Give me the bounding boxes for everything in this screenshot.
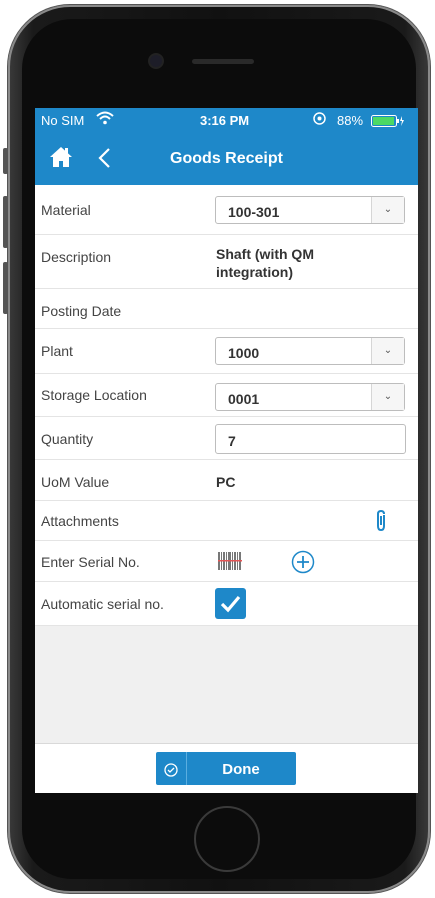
description-value-line2: integration) xyxy=(216,264,293,280)
chevron-down-icon[interactable]: ⌄ xyxy=(371,338,404,364)
quantity-value: 7 xyxy=(228,433,236,449)
wifi-icon xyxy=(96,111,114,128)
material-value: 100-301 xyxy=(228,204,280,220)
done-button[interactable]: Done xyxy=(156,752,296,785)
uom-value: PC xyxy=(216,474,236,490)
page-title: Goods Receipt xyxy=(170,150,283,167)
volume-down-button xyxy=(3,262,8,314)
storage-location-value: 0001 xyxy=(228,391,260,407)
checkmark-icon xyxy=(220,595,241,613)
front-camera xyxy=(150,55,162,67)
mute-switch xyxy=(3,148,8,174)
barcode-icon[interactable] xyxy=(218,550,242,577)
serial-number-label: Enter Serial No. xyxy=(41,554,140,570)
description-label: Description xyxy=(41,249,112,265)
carrier-label: No SIM xyxy=(41,113,85,128)
quantity-label: Quantity xyxy=(41,431,94,447)
location-icon xyxy=(313,112,326,128)
plant-label: Plant xyxy=(41,343,73,359)
posting-date-row: Posting Date xyxy=(35,289,418,329)
goods-receipt-form: Material 100-301 ⌄ Description Shaft (wi… xyxy=(35,185,418,626)
uom-row: UoM Value PC xyxy=(35,460,418,501)
footer-bar: Done xyxy=(35,743,418,793)
status-time: 3:16 PM xyxy=(200,113,250,128)
storage-location-row: Storage Location 0001 ⌄ xyxy=(35,374,418,417)
earpiece-speaker xyxy=(192,59,254,64)
serial-number-row: Enter Serial No. xyxy=(35,541,418,582)
done-label: Done xyxy=(222,761,260,778)
status-bar: No SIM 3:16 PM 88% xyxy=(35,108,418,133)
material-row: Material 100-301 ⌄ xyxy=(35,185,418,235)
plus-circle-icon[interactable] xyxy=(291,550,315,579)
paperclip-icon[interactable] xyxy=(373,509,389,538)
chevron-down-icon[interactable]: ⌄ xyxy=(371,384,404,410)
plant-value: 1000 xyxy=(228,345,260,361)
attachments-row: Attachments xyxy=(35,501,418,541)
app-screen: No SIM 3:16 PM 88% Goods Receipt Materia… xyxy=(35,108,418,793)
battery-icon xyxy=(371,115,405,130)
quantity-field[interactable]: 7 xyxy=(215,424,406,454)
description-row: Description Shaft (with QM integration) xyxy=(35,235,418,289)
volume-up-button xyxy=(3,196,8,248)
automatic-serial-checkbox[interactable] xyxy=(215,588,246,619)
description-value-line1: Shaft (with QM xyxy=(216,246,314,262)
check-circle-icon xyxy=(156,752,187,785)
uom-label: UoM Value xyxy=(41,474,110,490)
plant-row: Plant 1000 ⌄ xyxy=(35,329,418,374)
nav-bar: Goods Receipt xyxy=(35,133,418,185)
posting-date-label: Posting Date xyxy=(41,303,122,319)
home-button[interactable] xyxy=(194,806,260,872)
material-label: Material xyxy=(41,202,91,218)
chevron-down-icon[interactable]: ⌄ xyxy=(371,197,404,223)
plant-select[interactable]: 1000 ⌄ xyxy=(215,337,405,365)
battery-percent: 88% xyxy=(337,113,364,128)
attachments-label: Attachments xyxy=(41,513,119,529)
storage-location-select[interactable]: 0001 ⌄ xyxy=(215,383,405,411)
quantity-row: Quantity 7 xyxy=(35,417,418,460)
material-select[interactable]: 100-301 ⌄ xyxy=(215,196,405,224)
automatic-serial-row: Automatic serial no. xyxy=(35,582,418,626)
automatic-serial-label: Automatic serial no. xyxy=(41,596,164,612)
storage-location-label: Storage Location xyxy=(41,387,147,403)
